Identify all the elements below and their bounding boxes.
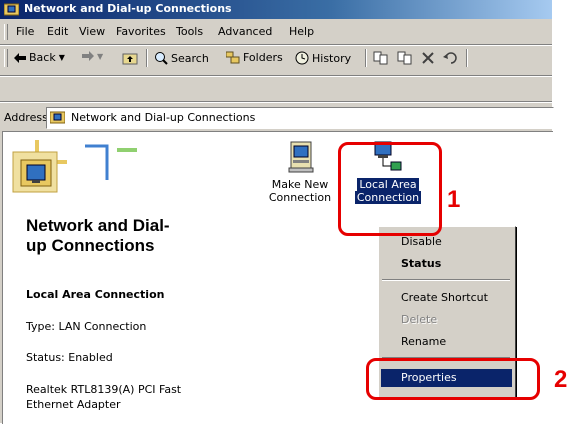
history-icon <box>295 51 309 65</box>
menu-item-create-shortcut[interactable]: Create Shortcut <box>381 289 512 307</box>
up-folder-button[interactable] <box>122 51 138 65</box>
menu-separator <box>382 279 510 281</box>
chevron-down-icon[interactable]: ▼ <box>59 53 65 62</box>
address-field[interactable]: Network and Dial-up Connections <box>46 107 554 129</box>
folders-icon <box>226 51 240 64</box>
undo-icon <box>443 52 457 64</box>
connection-status: Status: Enabled <box>26 351 113 364</box>
toolbar-divider <box>0 75 552 77</box>
menu-bar: File Edit View Favorites Tools Advanced … <box>4 22 552 43</box>
menu-item-status[interactable]: Status <box>381 255 512 273</box>
network-folder-icon <box>4 3 19 16</box>
move-to-button[interactable] <box>373 51 389 65</box>
chevron-down-icon[interactable]: ▼ <box>97 52 103 61</box>
page-title-line2: up Connections <box>26 236 155 255</box>
menu-help[interactable]: Help <box>289 25 314 38</box>
menu-view[interactable]: View <box>79 25 105 38</box>
folder-banner-graphic <box>12 140 137 193</box>
make-new-label-line2: Connection <box>268 191 332 204</box>
menu-item-rename[interactable]: Rename <box>381 333 512 351</box>
make-new-label-line1: Make New <box>271 178 329 191</box>
folders-button[interactable]: Folders <box>226 51 283 64</box>
page-title: Network and Dial- up Connections <box>26 216 170 256</box>
back-label: Back <box>29 51 56 64</box>
menu-file[interactable]: File <box>16 25 34 38</box>
callout-lan-connection <box>338 142 442 236</box>
copy-to-button[interactable] <box>397 51 413 65</box>
page-title-line1: Network and Dial- <box>26 216 170 235</box>
forward-arrow-icon <box>82 51 94 61</box>
toolbar: Back ▼ ▼ Search Folders History <box>4 46 552 72</box>
folders-label: Folders <box>243 51 283 64</box>
adapter-line1: Realtek RTL8139(A) PCI Fast <box>26 383 182 396</box>
toolbar-grip[interactable] <box>4 49 8 67</box>
make-new-connection-icon <box>288 141 314 173</box>
menu-item-delete: Delete <box>401 313 438 326</box>
toolbar-divider-2 <box>0 101 552 103</box>
up-folder-icon <box>122 53 138 65</box>
back-arrow-icon <box>14 52 26 63</box>
delete-button[interactable] <box>421 51 435 65</box>
history-button[interactable]: History <box>295 51 351 65</box>
menu-advanced[interactable]: Advanced <box>218 25 272 38</box>
search-button[interactable]: Search <box>154 51 209 65</box>
make-new-connection-item[interactable]: Make New Connection <box>262 140 338 204</box>
toolbar-separator <box>146 49 148 67</box>
undo-button[interactable] <box>443 51 459 65</box>
address-value: Network and Dial-up Connections <box>71 111 256 124</box>
search-icon <box>155 52 168 65</box>
toolbar-separator <box>466 49 468 67</box>
delete-x-icon <box>422 52 434 64</box>
adapter-line2: Ethernet Adapter <box>26 398 121 411</box>
toolbar-separator <box>365 49 367 67</box>
selected-item-name: Local Area Connection <box>26 288 165 301</box>
menu-tools[interactable]: Tools <box>176 25 203 38</box>
window-title: Network and Dial-up Connections <box>24 2 232 15</box>
address-label: Address <box>4 111 48 124</box>
copy-to-icon <box>397 51 412 65</box>
step-2-label: 2 <box>554 366 568 393</box>
menu-edit[interactable]: Edit <box>47 25 68 38</box>
title-bar[interactable]: Network and Dial-up Connections <box>0 0 552 19</box>
menu-favorites[interactable]: Favorites <box>116 25 166 38</box>
callout-properties <box>366 358 540 400</box>
search-label: Search <box>171 51 209 65</box>
step-1-label: 1 <box>447 186 461 213</box>
connection-type: Type: LAN Connection <box>26 320 147 333</box>
history-label: History <box>312 51 352 65</box>
back-button[interactable]: Back ▼ <box>14 51 65 64</box>
move-to-icon <box>373 51 388 65</box>
menubar-grip[interactable] <box>4 24 8 40</box>
network-folder-icon <box>50 111 65 124</box>
forward-button[interactable]: ▼ <box>82 51 103 61</box>
